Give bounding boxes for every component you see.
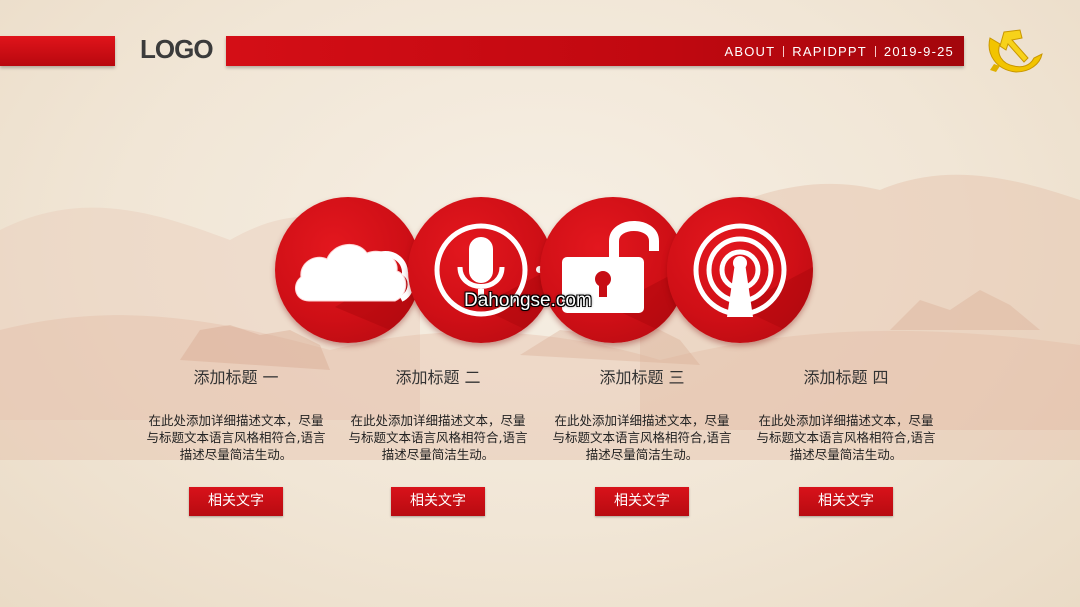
- column-description: 在此处添加详细描述文本，尽量与标题文本语言风格相符合,语言描述尽量简洁生动。: [348, 413, 528, 462]
- divider: [874, 45, 876, 57]
- feature-column: 添加标题 三 在此处添加详细描述文本，尽量与标题文本语言风格相符合,语言描述尽量…: [550, 366, 734, 516]
- cloud-circle[interactable]: [275, 197, 421, 343]
- date-label: 2019-9-25: [883, 43, 954, 59]
- column-description: 在此处添加详细描述文本，尽量与标题文本语言风格相符合,语言描述尽量简洁生动。: [146, 413, 326, 462]
- watermark-text: Dahongse.com: [464, 290, 592, 311]
- related-text-button[interactable]: 相关文字: [799, 487, 893, 516]
- related-text-button[interactable]: 相关文字: [391, 487, 485, 516]
- padlock-circle[interactable]: [540, 197, 686, 343]
- cloud-icon: [294, 244, 421, 343]
- padlock-icon: [562, 221, 686, 343]
- brand-label: RAPIDPPT: [792, 43, 867, 59]
- column-title: 添加标题 四: [803, 368, 889, 387]
- column-title: 添加标题 三: [599, 368, 685, 387]
- microphone-circle[interactable]: [408, 197, 554, 343]
- column-title: 添加标题 二: [395, 368, 481, 387]
- feature-column: 添加标题 二 在此处添加详细描述文本，尽量与标题文本语言风格相符合,语言描述尽量…: [346, 366, 530, 516]
- party-emblem-icon: [988, 29, 1043, 73]
- logo: LOGO: [140, 34, 214, 64]
- related-text-button[interactable]: 相关文字: [189, 487, 283, 516]
- broadcast-icon: [693, 223, 813, 343]
- about-link[interactable]: ABOUT: [725, 44, 776, 59]
- header-meta: ABOUT RAPIDPPT 2019-9-25: [725, 42, 955, 60]
- column-title: 添加标题 一: [193, 368, 279, 387]
- header-band-left: [0, 36, 115, 66]
- divider: [783, 45, 785, 57]
- feature-column: 添加标题 四 在此处添加详细描述文本，尽量与标题文本语言风格相符合,语言描述尽量…: [754, 366, 938, 516]
- microphone-icon: [434, 223, 554, 343]
- related-text-button[interactable]: 相关文字: [595, 487, 689, 516]
- broadcast-circle[interactable]: [667, 197, 813, 343]
- feature-column: 添加标题 一 在此处添加详细描述文本，尽量与标题文本语言风格相符合,语言描述尽量…: [144, 366, 328, 516]
- column-description: 在此处添加详细描述文本，尽量与标题文本语言风格相符合,语言描述尽量简洁生动。: [552, 413, 732, 462]
- column-description: 在此处添加详细描述文本，尽量与标题文本语言风格相符合,语言描述尽量简洁生动。: [756, 413, 936, 462]
